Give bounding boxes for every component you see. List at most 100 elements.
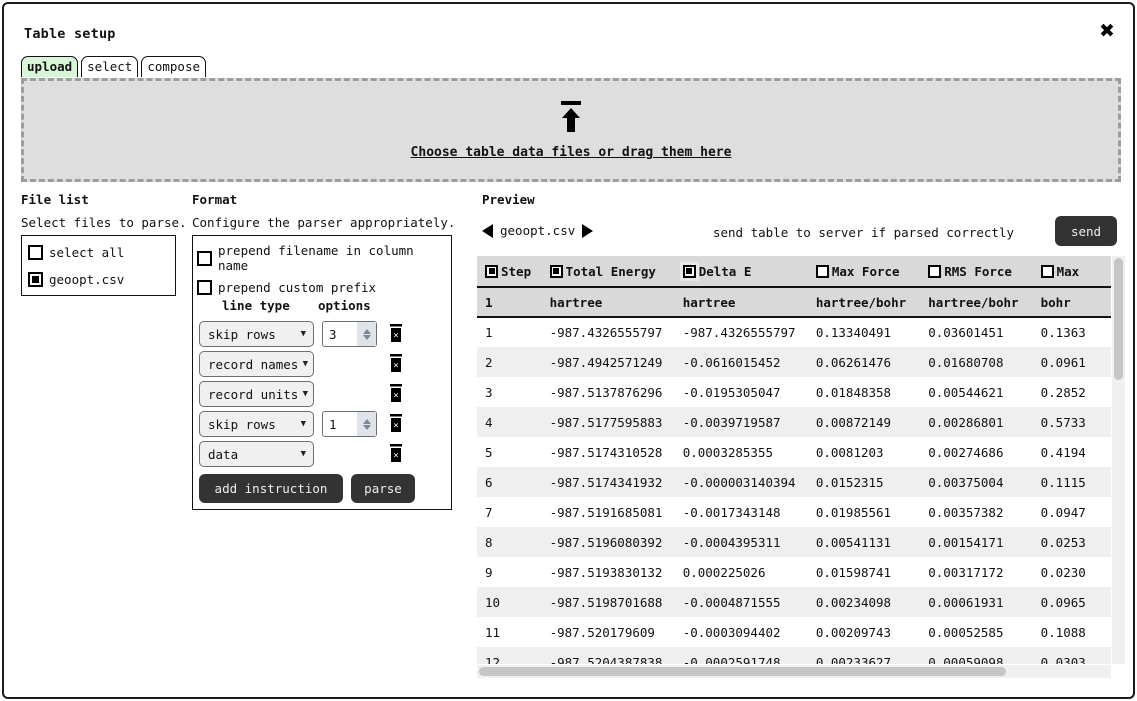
option-value: 3 [329, 326, 337, 342]
option-number-input[interactable]: 3 [322, 321, 377, 347]
line-type-value: skip rows [208, 326, 276, 342]
cell: 0.00061931 [920, 587, 1033, 617]
line-type-select[interactable]: skip rows ▼ [199, 411, 314, 437]
triangle-left-icon[interactable] [482, 223, 493, 238]
line-type-select[interactable]: data ▼ [199, 441, 314, 467]
cell: -987.4326555797 [674, 317, 808, 347]
checkbox-checked-icon[interactable] [682, 264, 696, 278]
column-label: Step [501, 263, 532, 279]
file-list-subtitle: Select files to parse. [21, 215, 187, 230]
send-button[interactable]: send [1055, 216, 1117, 246]
scrollbar-thumb[interactable] [1114, 258, 1123, 380]
cell: 5 [477, 437, 542, 467]
line-type-value: record units [208, 386, 299, 402]
file-list-box: select all geoopt.csv [21, 235, 176, 296]
table-body: 1 hartree hartree hartree/bohr hartree/b… [477, 287, 1111, 664]
table-row: 9 -987.5193830132 0.000225026 0.01598741 0.0… [477, 557, 1111, 587]
instruction-row: record names ▼ × [199, 351, 447, 377]
format-title: Format [192, 192, 238, 207]
cell: 0.00052585 [920, 617, 1033, 647]
cell: 11 [477, 617, 542, 647]
prepend-filename-option[interactable]: prepend filename in column name [197, 243, 451, 273]
tab-bar: upload select compose [21, 56, 206, 77]
spinner-arrows-icon[interactable] [357, 412, 376, 436]
cell: -0.0003094402 [674, 617, 808, 647]
table-row: 12 -987.5204387838 -0.0002591748 0.00233627… [477, 647, 1111, 664]
tab-select[interactable]: select [81, 56, 139, 77]
column-header-step[interactable]: Step [477, 256, 542, 288]
cell: 0.01598741 [807, 557, 921, 587]
cell: -0.0017343148 [674, 497, 808, 527]
chevron-down-icon: ▼ [300, 449, 306, 459]
cell: 2 [477, 347, 542, 377]
preview-table-scroll[interactable]: Step Total Energy Delta E Max Force RMS … [477, 256, 1111, 664]
file-item-geoopt-csv[interactable]: geoopt.csv [22, 266, 175, 293]
dropzone-label: Choose table data files or drag them her… [410, 145, 732, 160]
cell: -987.5198701688 [541, 587, 675, 617]
column-header-rms-force[interactable]: RMS Force [920, 256, 1033, 288]
cell: 0.13340491 [807, 317, 921, 347]
triangle-right-icon[interactable] [582, 223, 594, 238]
cell: 7 [477, 497, 542, 527]
tab-upload[interactable]: upload [21, 56, 79, 77]
prepend-prefix-option[interactable]: prepend custom prefix [197, 280, 451, 295]
checkbox-checked-icon[interactable] [549, 264, 563, 278]
checkbox-icon[interactable] [28, 245, 43, 260]
line-type-value: record names [208, 356, 299, 372]
cell: 0.0230 [1032, 557, 1111, 587]
instruction-row: record units ▼ × [199, 381, 447, 407]
parse-button[interactable]: parse [351, 474, 415, 503]
checkbox-icon[interactable] [1040, 264, 1054, 278]
table-horizontal-scrollbar[interactable] [477, 665, 1111, 678]
checkbox-icon[interactable] [815, 264, 829, 278]
unit-cell: hartree/bohr [807, 287, 921, 318]
table-units-row: 1 hartree hartree hartree/bohr hartree/b… [477, 287, 1111, 318]
file-item-select-all[interactable]: select all [22, 239, 175, 266]
column-label: RMS Force [944, 263, 1012, 279]
delete-instruction-icon[interactable]: × [389, 414, 403, 432]
checkbox-checked-icon[interactable] [485, 264, 498, 278]
cell: -987.5137876296 [541, 377, 675, 407]
table-row: 11 -987.520179609 -0.0003094402 0.00209743 0… [477, 617, 1111, 647]
prepend-filename-label: prepend filename in column name [218, 243, 414, 273]
checkbox-icon[interactable] [197, 280, 212, 295]
delete-instruction-icon[interactable]: × [389, 384, 403, 402]
delete-instruction-icon[interactable]: × [389, 444, 403, 462]
checkbox-icon[interactable] [928, 264, 942, 278]
option-number-input[interactable]: 1 [322, 411, 377, 437]
cell: 0.00274686 [920, 437, 1033, 467]
delete-instruction-icon[interactable]: × [389, 354, 403, 372]
unit-cell: hartree/bohr [920, 287, 1033, 318]
column-header-max-displacement[interactable]: Max [1032, 256, 1111, 288]
cell: -0.0616015452 [674, 347, 808, 377]
checkbox-icon[interactable] [197, 250, 212, 266]
spinner-arrows-icon[interactable] [357, 322, 376, 346]
column-header-max-force[interactable]: Max Force [807, 256, 921, 288]
close-icon[interactable]: ✖ [1095, 19, 1119, 43]
format-panel: prepend filename in column name prepend … [192, 235, 452, 510]
file-dropzone[interactable]: Choose table data files or drag them her… [21, 78, 1121, 182]
cell: 0.2852 [1032, 377, 1111, 407]
option-value: 1 [329, 416, 337, 432]
table-vertical-scrollbar[interactable] [1112, 256, 1125, 664]
dialog-titlebar: Table setup ✖ [4, 4, 1133, 50]
column-header-total-energy[interactable]: Total Energy [541, 256, 675, 288]
checkbox-checked-icon[interactable] [28, 272, 43, 287]
line-type-select[interactable]: record names ▼ [199, 351, 314, 377]
svg-text:×: × [393, 361, 398, 371]
table-row: 2 -987.4942571249 -0.0616015452 0.06261476 0… [477, 347, 1111, 377]
cell: -987.4326555797 [541, 317, 675, 347]
scrollbar-thumb[interactable] [479, 667, 1006, 676]
column-header-delta-e[interactable]: Delta E [674, 256, 808, 288]
line-type-select[interactable]: skip rows ▼ [199, 321, 314, 347]
unit-cell: 1 [477, 287, 542, 318]
add-instruction-button[interactable]: add instruction [199, 474, 343, 503]
tab-compose[interactable]: compose [141, 56, 206, 77]
delete-instruction-icon[interactable]: × [389, 324, 403, 342]
cell: 0.0152315 [807, 467, 921, 497]
preview-table-container: Step Total Energy Delta E Max Force RMS … [477, 256, 1125, 678]
line-type-select[interactable]: record units ▼ [199, 381, 314, 407]
send-hint-label: send table to server if parsed correctly [712, 225, 1014, 240]
table-row: 5 -987.5174310528 0.0003285355 0.0081203 0.0… [477, 437, 1111, 467]
preview-table: Step Total Energy Delta E Max Force RMS … [477, 256, 1111, 664]
